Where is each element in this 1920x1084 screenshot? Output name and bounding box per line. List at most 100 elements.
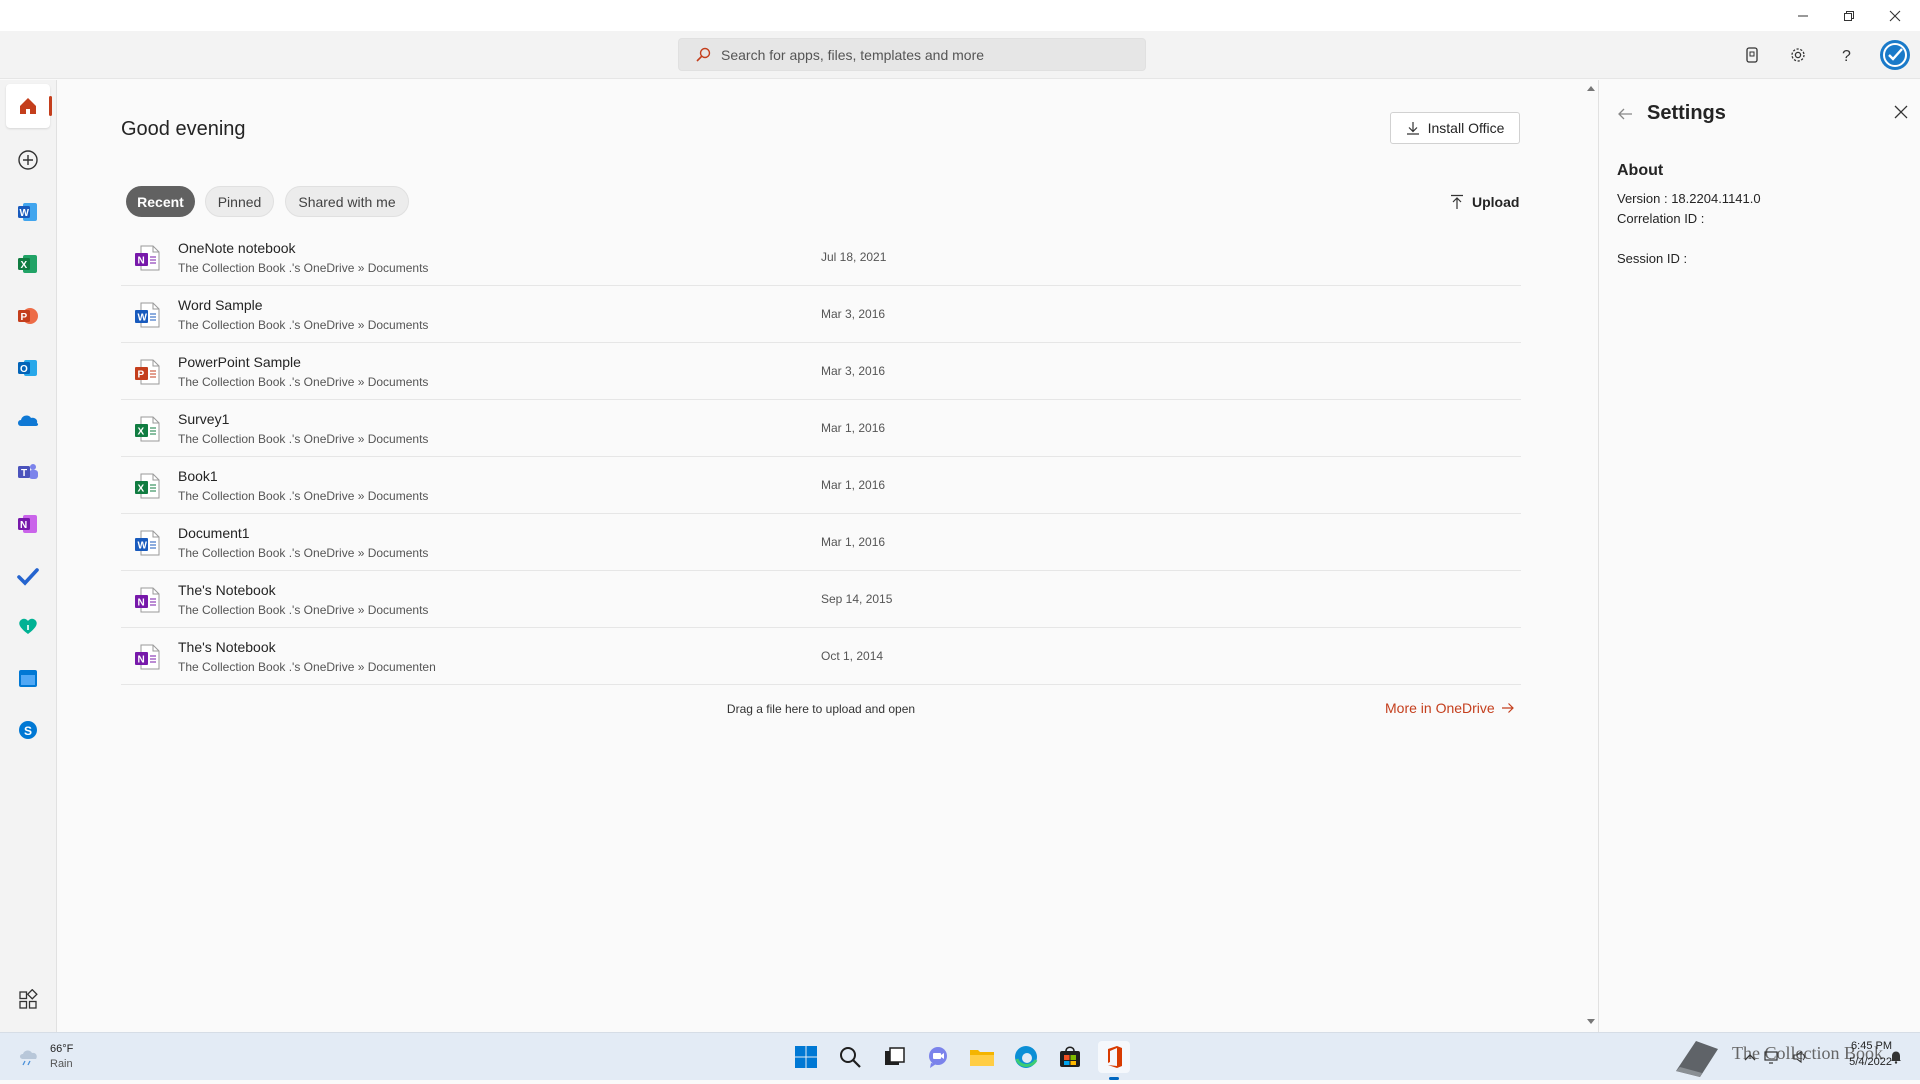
- clock-date[interactable]: 5/4/2022: [1820, 1056, 1892, 1068]
- rail-powerpoint[interactable]: P: [6, 294, 50, 338]
- file-row[interactable]: W Document1 The Collection Book .'s OneDri…: [121, 514, 1521, 571]
- file-name: Book1: [178, 468, 218, 484]
- rail-word[interactable]: W: [6, 190, 50, 234]
- task-view-button[interactable]: [878, 1041, 910, 1073]
- settings-close-button[interactable]: [1891, 102, 1911, 122]
- rail-create[interactable]: [6, 138, 50, 182]
- file-row[interactable]: X Book1 The Collection Book .'s OneDrive »…: [121, 457, 1521, 514]
- app-rail: W X P O T N S: [0, 80, 57, 1032]
- about-heading: About: [1617, 162, 1664, 179]
- home-icon: [20, 98, 36, 114]
- active-indicator: [49, 96, 52, 116]
- powerpoint-file-icon: P: [135, 359, 160, 385]
- office-app-button[interactable]: [1098, 1041, 1130, 1080]
- store-button[interactable]: [1054, 1041, 1086, 1073]
- file-row[interactable]: N The's Notebook The Collection Book .'s O…: [121, 628, 1521, 685]
- install-office-button[interactable]: Install Office: [1390, 112, 1520, 144]
- file-name: OneNote notebook: [178, 240, 296, 256]
- arrow-left-icon: [1618, 108, 1632, 120]
- onedrive-cloud-icon: [18, 415, 39, 426]
- weather-temp: 66°F: [50, 1043, 74, 1055]
- rail-excel[interactable]: X: [6, 242, 50, 286]
- file-row[interactable]: N The's Notebook The Collection Book .'s O…: [121, 571, 1521, 628]
- settings-back-button[interactable]: [1615, 104, 1635, 124]
- settings-button[interactable]: [1782, 39, 1814, 71]
- speaker-icon: [1793, 1050, 1805, 1064]
- file-date: Mar 3, 2016: [821, 364, 886, 378]
- word-file-icon: W: [135, 302, 160, 328]
- watermark-logo: [1670, 1035, 1722, 1079]
- account-button[interactable]: [1879, 39, 1911, 71]
- upload-button[interactable]: Upload: [1450, 190, 1519, 214]
- powerpoint-app-icon: P: [18, 308, 38, 324]
- search-box[interactable]: [678, 38, 1146, 71]
- notifications-button[interactable]: [1886, 1041, 1906, 1073]
- tab-recent[interactable]: Recent: [126, 186, 195, 217]
- rail-family-safety[interactable]: [6, 604, 50, 648]
- teams-chat-button[interactable]: [922, 1041, 954, 1073]
- help-button[interactable]: ?: [1830, 39, 1862, 71]
- svg-text:N: N: [138, 655, 145, 666]
- svg-text:X: X: [138, 484, 145, 495]
- rail-onenote[interactable]: N: [6, 502, 50, 546]
- app-header: ?: [0, 31, 1920, 79]
- file-date: Mar 1, 2016: [821, 478, 886, 492]
- tab-pinned[interactable]: Pinned: [205, 186, 274, 217]
- search-input[interactable]: [721, 39, 1131, 70]
- file-name: Survey1: [178, 411, 230, 427]
- arrow-right-icon: [1501, 703, 1514, 713]
- svg-text:X: X: [138, 427, 145, 438]
- rail-all-apps[interactable]: [6, 978, 50, 1022]
- phone-feedback-icon: [1746, 47, 1758, 63]
- correlation-id-text: Correlation ID :: [1617, 211, 1705, 226]
- title-bar: [0, 0, 1920, 31]
- minimize-button[interactable]: [1780, 0, 1826, 31]
- file-row[interactable]: W Word Sample The Collection Book .'s OneD…: [121, 286, 1521, 343]
- file-row[interactable]: P PowerPoint Sample The Collection Book .'…: [121, 343, 1521, 400]
- rail-onedrive[interactable]: [6, 398, 50, 442]
- scroll-down-arrow-icon[interactable]: [1586, 1017, 1596, 1027]
- rail-teams[interactable]: T: [6, 450, 50, 494]
- volume-button[interactable]: [1790, 1041, 1810, 1073]
- onenote-app-icon: N: [18, 515, 37, 533]
- rain-cloud-icon: [20, 1050, 37, 1066]
- network-button[interactable]: [1762, 1041, 1782, 1073]
- start-button[interactable]: [790, 1041, 822, 1073]
- chevron-up-icon: [1744, 1054, 1756, 1061]
- more-in-onedrive-label: More in OneDrive: [1385, 700, 1495, 716]
- weather-widget[interactable]: 66°F Rain: [14, 1039, 124, 1075]
- taskbar-search-button[interactable]: [834, 1041, 866, 1073]
- feedback-button[interactable]: [1736, 39, 1768, 71]
- rail-todo[interactable]: [6, 554, 50, 598]
- windows-taskbar: 66°F Rain The Collection Book 6:45 PM 5/…: [0, 1032, 1920, 1080]
- file-row[interactable]: X Survey1 The Collection Book .'s OneDrive…: [121, 400, 1521, 457]
- help-icon: ?: [1842, 48, 1851, 64]
- rail-skype[interactable]: S: [6, 708, 50, 752]
- rail-outlook[interactable]: O: [6, 346, 50, 390]
- store-bag-icon: [1060, 1046, 1080, 1067]
- more-in-onedrive-link[interactable]: More in OneDrive: [1385, 700, 1515, 716]
- apps-grid-icon: [19, 989, 38, 1009]
- svg-text:P: P: [21, 312, 28, 323]
- file-explorer-button[interactable]: [966, 1041, 998, 1073]
- rail-home[interactable]: [6, 84, 52, 128]
- search-icon: [696, 47, 711, 62]
- page-title: Good evening: [121, 118, 246, 140]
- restore-button[interactable]: [1826, 0, 1872, 31]
- clock-time[interactable]: 6:45 PM: [1820, 1040, 1892, 1052]
- edge-button[interactable]: [1010, 1041, 1042, 1073]
- svg-text:N: N: [138, 256, 145, 267]
- calendar-app-icon: [19, 670, 37, 687]
- scroll-up-arrow-icon[interactable]: [1586, 83, 1596, 93]
- file-row[interactable]: N OneNote notebook The Collection Book .'s…: [121, 229, 1521, 286]
- tab-shared-with-me[interactable]: Shared with me: [285, 186, 409, 217]
- show-hidden-icons-button[interactable]: [1742, 1041, 1758, 1073]
- install-office-label: Install Office: [1427, 120, 1505, 136]
- todo-check-icon: [17, 568, 39, 586]
- close-window-button[interactable]: [1872, 0, 1918, 31]
- gear-icon: [1791, 48, 1805, 62]
- rail-calendar[interactable]: [6, 656, 50, 700]
- file-date: Mar 3, 2016: [821, 307, 886, 321]
- word-app-icon: W: [18, 203, 37, 221]
- file-location: The Collection Book .'s OneDrive » Docum…: [178, 375, 429, 389]
